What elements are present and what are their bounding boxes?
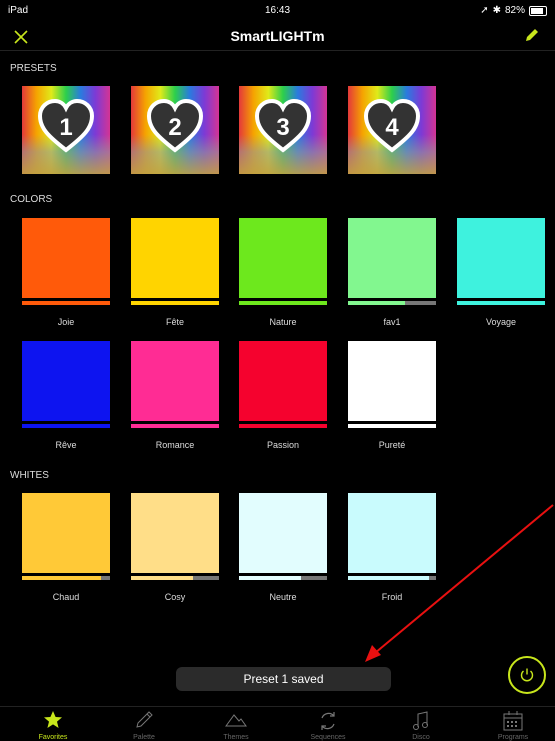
star-icon [44,711,62,728]
tab-palette[interactable]: Palette [104,707,184,741]
toast-message: Preset 1 saved [176,667,391,691]
tab-favorites[interactable]: Favorites [13,707,93,741]
tab-programs[interactable]: Programs [473,707,553,741]
tab-bar: Favorites Palette Themes Sequences Disco [0,706,555,741]
calendar-icon [503,711,523,731]
tab-disco[interactable]: Disco [381,707,461,741]
tab-themes[interactable]: Themes [196,707,276,741]
mountain-icon [225,714,247,727]
tab-sequences[interactable]: Sequences [288,707,368,741]
pipette-icon [136,711,153,728]
cycle-icon [321,712,335,730]
power-button[interactable] [508,656,546,694]
annotation-arrow [365,504,554,662]
music-note-icon [413,711,428,730]
power-icon [520,668,534,682]
